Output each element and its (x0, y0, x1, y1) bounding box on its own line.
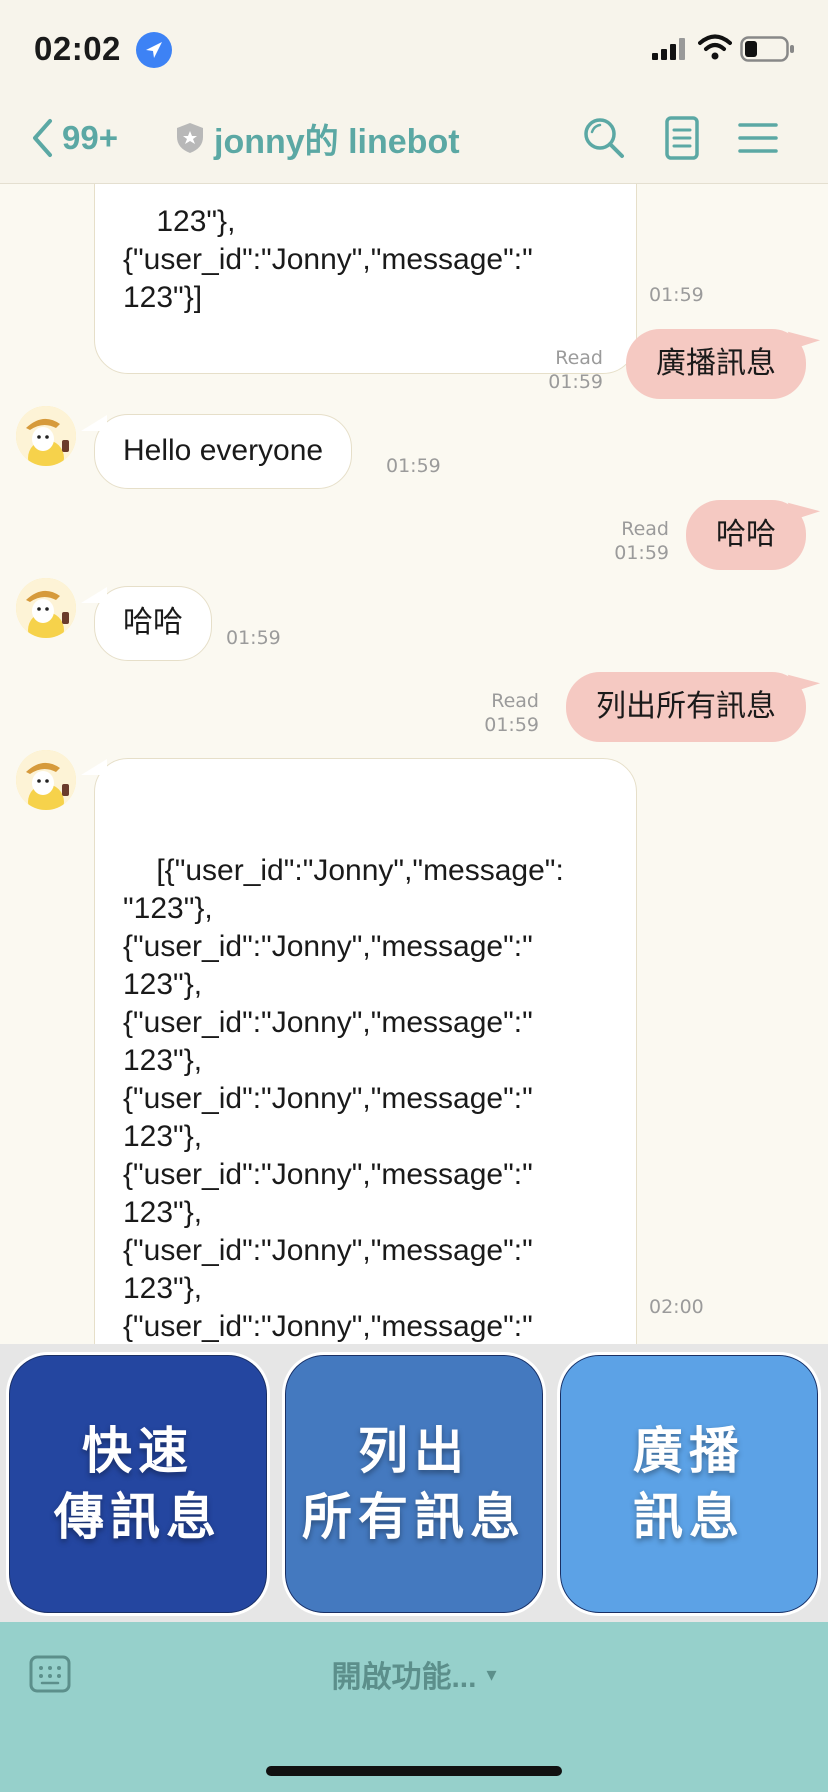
message-time: 01:59 (226, 627, 281, 649)
outgoing-message[interactable]: 廣播訊息 (626, 323, 821, 399)
menu-label-line2: 訊息 (633, 1489, 745, 1545)
avatar[interactable] (16, 406, 76, 466)
message-time: 02:00 (649, 1296, 704, 1318)
read-receipt: Read 01:59 (484, 689, 539, 737)
outgoing-message[interactable]: 哈哈 (686, 494, 821, 570)
dropdown-arrow-icon: ▾ (486, 1663, 497, 1686)
message-text: Hello everyone (123, 434, 324, 467)
wifi-icon (698, 34, 732, 60)
shield-icon (177, 123, 203, 153)
unread-count: 99+ (62, 119, 118, 156)
rich-menu: 快速 傳訊息 列出 所有訊息 廣播 訊息 (0, 1344, 828, 1622)
chat-header: 99+ jonny的 linebot (0, 92, 828, 184)
broadcast-message-button[interactable]: 廣播 訊息 (557, 1352, 821, 1616)
location-arrow-icon (136, 32, 172, 68)
chat-title[interactable]: jonny的 linebot (176, 112, 460, 164)
menu-label-line1: 廣播 (633, 1423, 745, 1479)
read-receipt: Read 01:59 (548, 346, 603, 394)
message-text: 哈哈 (123, 606, 183, 639)
message-time: 01:59 (386, 455, 441, 477)
bot-avatar-icon (16, 750, 76, 810)
bubble-tail (787, 323, 821, 349)
incoming-message[interactable]: [{"user_id":"Jonny","message": "123"}, {… (81, 758, 637, 1344)
message-time: 01:59 (548, 371, 603, 393)
rich-menu-toggle[interactable]: 開啟功能... ▾ (0, 1652, 828, 1696)
message-time: 01:59 (649, 284, 704, 306)
cellular-signal-icon (652, 38, 685, 60)
read-label: Read (555, 347, 603, 369)
message-time: 01:59 (614, 542, 669, 564)
home-indicator[interactable] (266, 1766, 562, 1776)
bot-avatar-icon (16, 578, 76, 638)
menu-label-line2: 傳訊息 (54, 1489, 222, 1545)
bubble-tail (787, 494, 821, 520)
menu-label-line1: 列出 (358, 1423, 470, 1479)
status-time: 02:02 (34, 30, 121, 67)
read-label: Read (491, 690, 539, 712)
incoming-message[interactable]: Hello everyone (81, 414, 353, 489)
message-text: 列出所有訊息 (596, 690, 776, 723)
quick-message-button[interactable]: 快速 傳訊息 (6, 1352, 270, 1616)
chat-area[interactable]: 123"}, {"user_id":"Jonny","message":" 12… (0, 184, 828, 1344)
list-all-messages-button[interactable]: 列出 所有訊息 (282, 1352, 546, 1616)
message-text: 哈哈 (716, 518, 776, 551)
bubble-tail (81, 415, 107, 431)
menu-label-line2: 所有訊息 (302, 1489, 526, 1545)
bot-avatar-icon (16, 406, 76, 466)
message-text: 123"}, {"user_id":"Jonny","message":" 12… (123, 205, 533, 314)
bubble-tail (787, 666, 821, 692)
bubble-tail (81, 587, 107, 603)
read-receipt: Read 01:59 (614, 517, 669, 565)
incoming-message[interactable]: 哈哈 (81, 586, 212, 661)
bubble-tail (81, 759, 107, 775)
message-text: [{"user_id":"Jonny","message": "123"}, {… (123, 854, 564, 1343)
read-label: Read (621, 518, 669, 540)
message-text: 廣播訊息 (656, 347, 776, 380)
message-time: 01:59 (484, 714, 539, 736)
chat-title-text: jonny的 linebot (214, 122, 460, 161)
chevron-left-icon (33, 119, 52, 157)
menu-icon[interactable] (734, 114, 782, 162)
search-icon[interactable] (580, 114, 628, 162)
battery-icon (740, 36, 794, 62)
menu-label-line1: 快速 (82, 1423, 194, 1479)
back-button[interactable]: 99+ (30, 112, 118, 164)
notes-icon[interactable] (658, 114, 706, 162)
outgoing-message[interactable]: 列出所有訊息 (566, 666, 821, 742)
rich-menu-toggle-label: 開啟功能... (331, 1661, 477, 1694)
avatar[interactable] (16, 578, 76, 638)
status-bar: 02:02 (0, 0, 828, 92)
bottom-bar: 開啟功能... ▾ (0, 1622, 828, 1792)
avatar[interactable] (16, 750, 76, 810)
